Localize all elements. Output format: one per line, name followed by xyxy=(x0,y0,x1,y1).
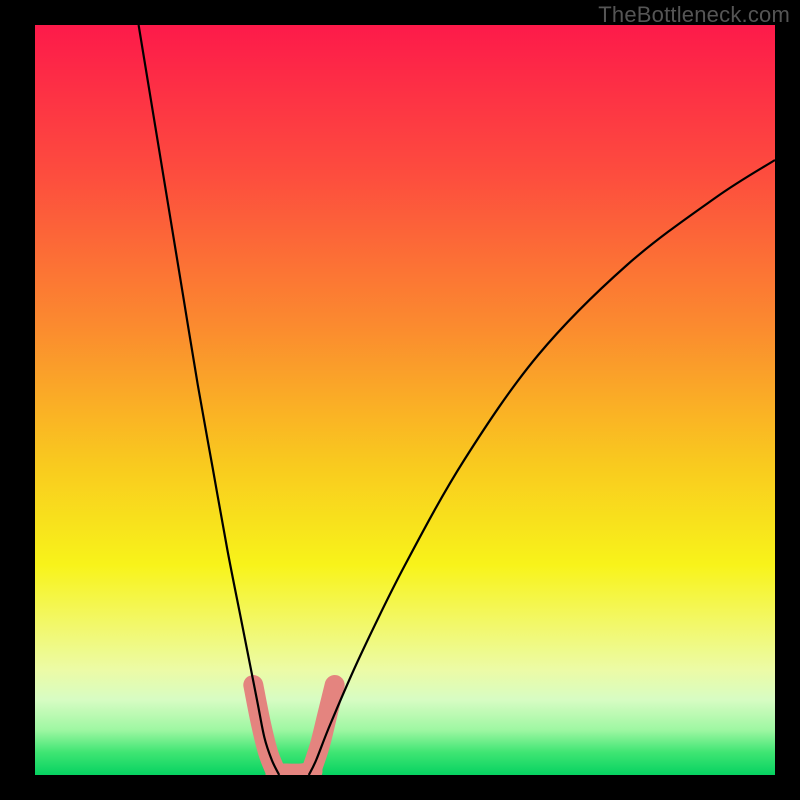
gradient-background xyxy=(35,25,775,775)
plot-area xyxy=(35,25,775,775)
chart-svg xyxy=(35,25,775,775)
chart-frame: TheBottleneck.com xyxy=(0,0,800,800)
